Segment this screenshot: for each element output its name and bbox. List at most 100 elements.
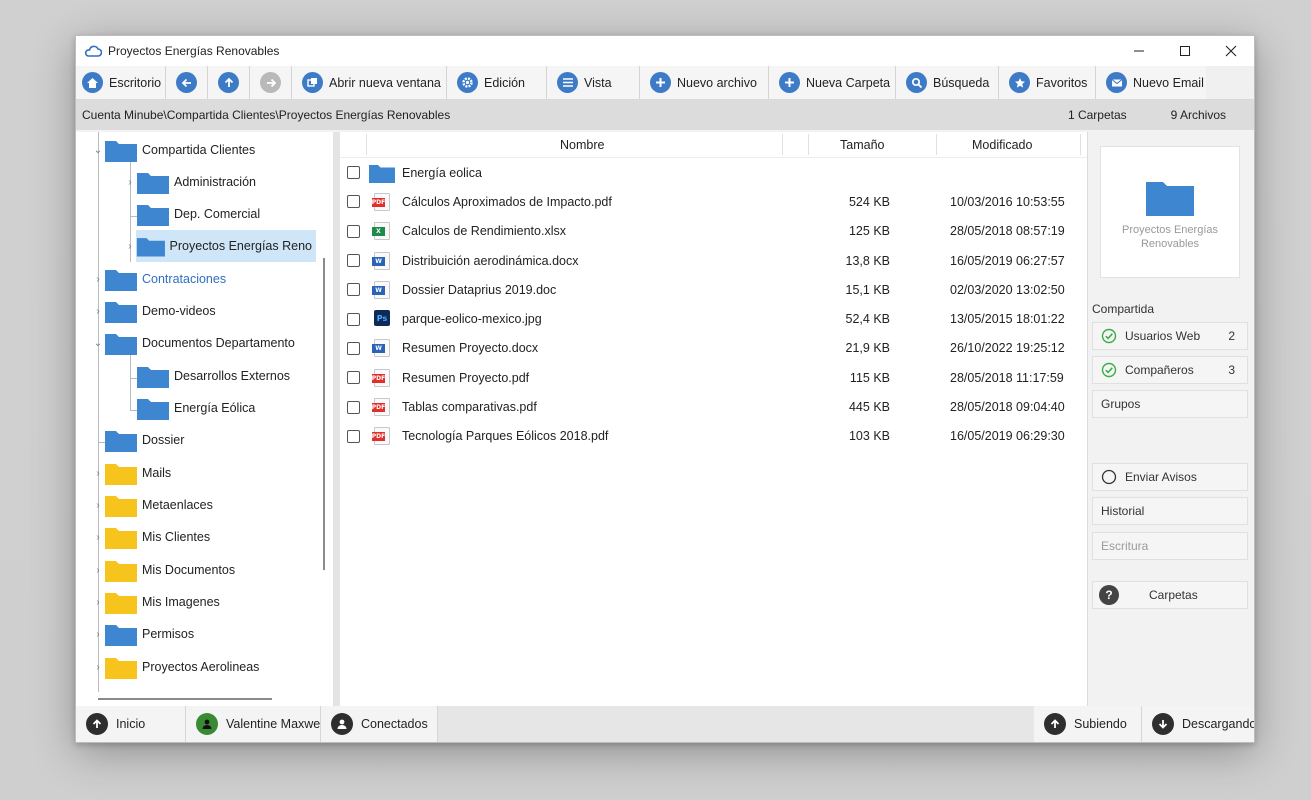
back-button[interactable] [166, 66, 208, 99]
user-button[interactable]: Valentine Maxwell [186, 706, 326, 742]
tree-item-mis-documentos[interactable]: › Mis Documentos [92, 556, 235, 584]
check-circle-icon [1101, 328, 1117, 344]
favorites-button[interactable]: Favoritos [999, 66, 1096, 99]
tree-item-metaenlaces[interactable]: › Metaenlaces [92, 491, 213, 519]
row-checkbox[interactable] [347, 371, 360, 385]
row-checkbox[interactable] [347, 400, 360, 414]
connected-button[interactable]: Conectados [321, 706, 438, 742]
downloading-button[interactable]: Descargando [1142, 706, 1254, 742]
table-row[interactable]: Ps parque-eolico-mexico.jpg 52,4 KB 13/05/2… [340, 304, 1087, 333]
table-row[interactable]: PDF Cálculos Aproximados de Impacto.pdf 52… [340, 187, 1087, 216]
table-row[interactable]: X Calculos de Rendimiento.xlsx 125 KB 28/05… [340, 217, 1087, 246]
gear-icon [457, 72, 478, 93]
table-row[interactable]: W Distribuición aerodinámica.docx 13,8 KB 1… [340, 246, 1087, 275]
tree-item-dep-comercial[interactable]: Dep. Comercial [124, 200, 260, 228]
new-window-button[interactable]: Abrir nueva ventana [292, 66, 447, 99]
tree-item-mis-imagenes[interactable]: › Mis Imagenes [92, 588, 220, 616]
file-name: Tecnología Parques Eólicos 2018.pdf [402, 429, 609, 444]
tree-vertical-scrollbar[interactable] [323, 258, 325, 570]
arrow-left-icon [176, 72, 197, 93]
tree-item-label: Administración [174, 175, 256, 189]
row-checkbox[interactable] [347, 195, 360, 209]
table-row[interactable]: Energía eolica [340, 158, 1087, 187]
tree-item-label: Mis Imagenes [142, 595, 220, 609]
view-button[interactable]: Vista [547, 66, 640, 99]
selected-highlight: Proyectos Energías Reno [135, 230, 316, 262]
tree-item-mails[interactable]: › Mails [92, 459, 171, 487]
tree-item-proyectos-energias[interactable]: › Proyectos Energías Reno [124, 230, 316, 262]
table-row[interactable]: W Dossier Dataprius 2019.doc 15,1 KB 02/03/… [340, 275, 1087, 304]
send-notices-toggle[interactable]: Enviar Avisos [1092, 463, 1248, 491]
minimize-button[interactable] [1116, 36, 1162, 66]
title-bar: Proyectos Energías Renovables [76, 36, 1254, 66]
item-counts: 1 Carpetas 9 Archivos [1068, 108, 1226, 122]
file-size: 15,1 KB [845, 282, 890, 297]
folders-help-button[interactable]: ? Carpetas [1092, 581, 1248, 609]
new-file-button[interactable]: Nuevo archivo [640, 66, 769, 99]
tree-horizontal-scrollbar[interactable] [98, 698, 272, 700]
row-checkbox[interactable] [347, 254, 360, 268]
desktop-button[interactable]: Escritorio [76, 66, 166, 99]
up-button[interactable] [208, 66, 250, 99]
view-label: Vista [584, 75, 612, 90]
edit-button[interactable]: Edición [447, 66, 547, 99]
tree-item-demo-videos[interactable]: › Demo-videos [92, 297, 216, 325]
table-row[interactable]: PDF Tecnología Parques Eólicos 2018.pdf 10… [340, 422, 1087, 451]
status-bar: Inicio Valentine Maxwell Conectados Subi… [76, 706, 1254, 742]
home-button[interactable]: Inicio [76, 706, 186, 742]
column-name[interactable]: Nombre [560, 138, 604, 152]
web-users-label: Usuarios Web [1125, 329, 1201, 343]
tree-item-contrataciones[interactable]: › Contrataciones [92, 265, 226, 293]
row-checkbox[interactable] [347, 166, 360, 180]
row-checkbox[interactable] [347, 429, 360, 443]
table-row[interactable]: PDF Tablas comparativas.pdf 445 KB 28/05/20… [340, 392, 1087, 421]
window-controls [1116, 36, 1254, 66]
search-icon [906, 72, 927, 93]
file-rows: Energía eolica PDF Cálculos Aproximados de… [340, 158, 1087, 451]
write-button[interactable]: Escritura [1092, 532, 1248, 560]
history-button[interactable]: Historial [1092, 497, 1248, 525]
chevron-right-icon: › [96, 467, 100, 479]
table-row[interactable]: PDF Resumen Proyecto.pdf 115 KB 28/05/2018 … [340, 363, 1087, 392]
tree-item-desarrollos-externos[interactable]: Desarrollos Externos [124, 362, 290, 390]
row-checkbox[interactable] [347, 283, 360, 297]
forward-button[interactable] [250, 66, 292, 99]
new-email-button[interactable]: Nuevo Email [1096, 66, 1206, 99]
tree-item-mis-clientes[interactable]: › Mis Clientes [92, 523, 210, 551]
user-icon [331, 713, 353, 735]
row-checkbox[interactable] [347, 224, 360, 238]
file-modified: 26/10/2022 19:25:12 [950, 341, 1065, 356]
tree-item-administracion[interactable]: › Administración [124, 168, 256, 196]
tree-item-permisos[interactable]: › Permisos [92, 620, 194, 648]
new-folder-button[interactable]: Nueva Carpeta [769, 66, 896, 99]
pdf-file-icon: PDF [372, 398, 392, 417]
file-name: Calculos de Rendimiento.xlsx [402, 224, 566, 239]
column-size[interactable]: Tamaño [840, 138, 884, 152]
folders-count: 1 Carpetas [1067, 108, 1127, 122]
uploading-button[interactable]: Subiendo [1034, 706, 1142, 742]
close-button[interactable] [1208, 36, 1254, 66]
tree-item-documentos-departamento[interactable]: ⌄ Documentos Departamento [92, 329, 295, 357]
window-icon [302, 72, 323, 93]
groups-button[interactable]: Grupos [1092, 390, 1248, 418]
file-size: 103 KB [848, 429, 890, 444]
column-modified[interactable]: Modificado [972, 138, 1032, 152]
tree-item-proyectos-aerolineas[interactable]: › Proyectos Aerolineas [92, 653, 259, 681]
tree-item-compartida-clientes[interactable]: ⌄ Compartida Clientes [92, 136, 255, 164]
table-row[interactable]: W Resumen Proyecto.docx 21,9 KB 26/10/2022 … [340, 334, 1087, 363]
colleagues-button[interactable]: Compañeros 3 [1092, 356, 1248, 384]
search-button[interactable]: Búsqueda [896, 66, 999, 99]
row-checkbox[interactable] [347, 312, 360, 326]
toolbar: Escritorio Abrir nueva ventana Edición V… [76, 66, 1254, 100]
tree-item-dossier[interactable]: Dossier [92, 426, 184, 454]
web-users-button[interactable]: Usuarios Web 2 [1092, 322, 1248, 350]
connected-label: Conectados [361, 717, 428, 731]
tree-item-energia-eolica[interactable]: Energía Eólica [124, 394, 255, 422]
breadcrumb-path[interactable]: Cuenta Minube\Compartida Clientes\Proyec… [82, 108, 450, 122]
groups-label: Grupos [1101, 397, 1141, 411]
tree-item-label: Contrataciones [142, 272, 227, 286]
row-checkbox[interactable] [347, 341, 360, 355]
folder-icon [105, 270, 137, 291]
maximize-button[interactable] [1162, 36, 1208, 66]
folder-icon [105, 302, 137, 323]
